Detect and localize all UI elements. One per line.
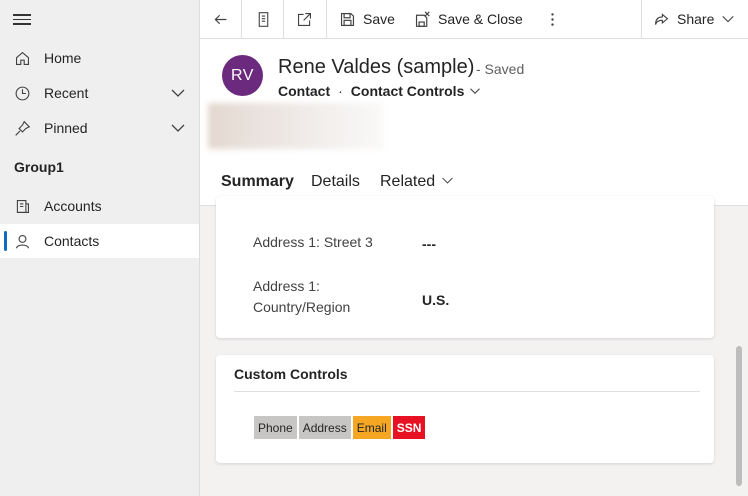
sidebar-item-recent[interactable]: Recent (0, 76, 199, 110)
vertical-scrollbar[interactable] (736, 346, 742, 486)
sidebar-item-label: Contacts (44, 233, 100, 249)
chevron-down-icon (470, 88, 481, 95)
pin-icon (0, 120, 44, 137)
country-label: Address 1: Country/Region (253, 276, 350, 318)
sidebar-item-home[interactable]: Home (0, 41, 199, 75)
street3-label: Address 1: Street 3 (253, 234, 373, 250)
open-external-icon (297, 12, 312, 26)
record-title: Rene Valdes (sample) (278, 56, 475, 78)
back-button[interactable] (212, 0, 229, 38)
open-new-window-button[interactable] (296, 0, 313, 38)
address-section-card: Address 1: Street 3 --- Address 1: Count… (216, 196, 714, 338)
share-label: Share (677, 11, 715, 27)
chevron-down-icon[interactable] (170, 120, 186, 136)
form-name: Contact Controls (350, 83, 465, 99)
entity-name: Contact (278, 83, 331, 99)
site-map-sidebar: Home Recent Pinned Group1 Accounts Conta… (0, 0, 200, 496)
section-title: Custom Controls (234, 366, 348, 382)
section-divider (234, 391, 700, 392)
tab-summary[interactable]: Summary (221, 173, 294, 191)
share-icon (654, 12, 669, 25)
sidebar-item-accounts[interactable]: Accounts (0, 189, 199, 223)
clock-icon (0, 85, 44, 102)
sidebar-item-label: Accounts (44, 198, 102, 214)
save-status: - Saved (476, 61, 525, 77)
sidebar-item-contacts[interactable]: Contacts (0, 224, 199, 258)
save-button[interactable]: Save (339, 0, 395, 38)
back-arrow-icon (214, 14, 227, 24)
save-icon (340, 12, 355, 26)
more-vertical-icon (551, 12, 554, 26)
record-subtitle: Contact · Contact Controls (278, 83, 481, 99)
blurred-header-fields (208, 103, 384, 149)
save-close-icon (415, 10, 430, 27)
avatar: RV (222, 55, 263, 96)
tab-related[interactable]: Related (380, 173, 454, 191)
record-header: RV Rene Valdes (sample) - Saved Contact … (200, 39, 748, 206)
save-label: Save (363, 11, 395, 27)
chevron-down-icon (722, 15, 735, 23)
street3-value[interactable]: --- (422, 236, 436, 252)
accounts-icon (0, 198, 44, 215)
form-icon (258, 11, 269, 27)
country-label-line1: Address 1: (253, 278, 320, 294)
chip-phone[interactable]: Phone (254, 416, 297, 439)
tab-details[interactable]: Details (311, 173, 360, 191)
chevron-down-icon[interactable] (170, 85, 186, 101)
more-commands-button[interactable] (544, 0, 561, 38)
chip-group: Phone Address Email SSN (254, 416, 426, 439)
sidebar-item-pinned[interactable]: Pinned (0, 111, 199, 145)
chip-address[interactable]: Address (298, 416, 351, 439)
save-close-label: Save & Close (438, 11, 523, 27)
chevron-down-icon (442, 177, 453, 184)
form-selector[interactable]: Contact Controls (351, 83, 482, 99)
save-close-button[interactable]: Save & Close (414, 0, 523, 38)
command-bar: Save Save & Close Share (200, 0, 748, 39)
chip-ssn[interactable]: SSN (392, 416, 426, 439)
chip-email[interactable]: Email (352, 416, 391, 439)
person-icon (0, 233, 44, 250)
tab-related-label: Related (380, 173, 436, 190)
sidebar-item-label: Home (44, 50, 82, 66)
country-label-line2: Country/Region (253, 299, 351, 315)
country-value[interactable]: U.S. (422, 292, 449, 308)
custom-controls-card: Custom Controls Phone Address Email SSN (216, 355, 714, 463)
sidebar-item-label: Recent (44, 85, 89, 101)
sidebar-group-label: Group1 (14, 159, 64, 175)
home-icon (0, 50, 44, 67)
sidebar-item-label: Pinned (44, 120, 88, 136)
share-button[interactable]: Share (653, 0, 735, 38)
form-selector-button[interactable] (255, 0, 272, 38)
hamburger-menu-icon[interactable] (13, 11, 31, 27)
